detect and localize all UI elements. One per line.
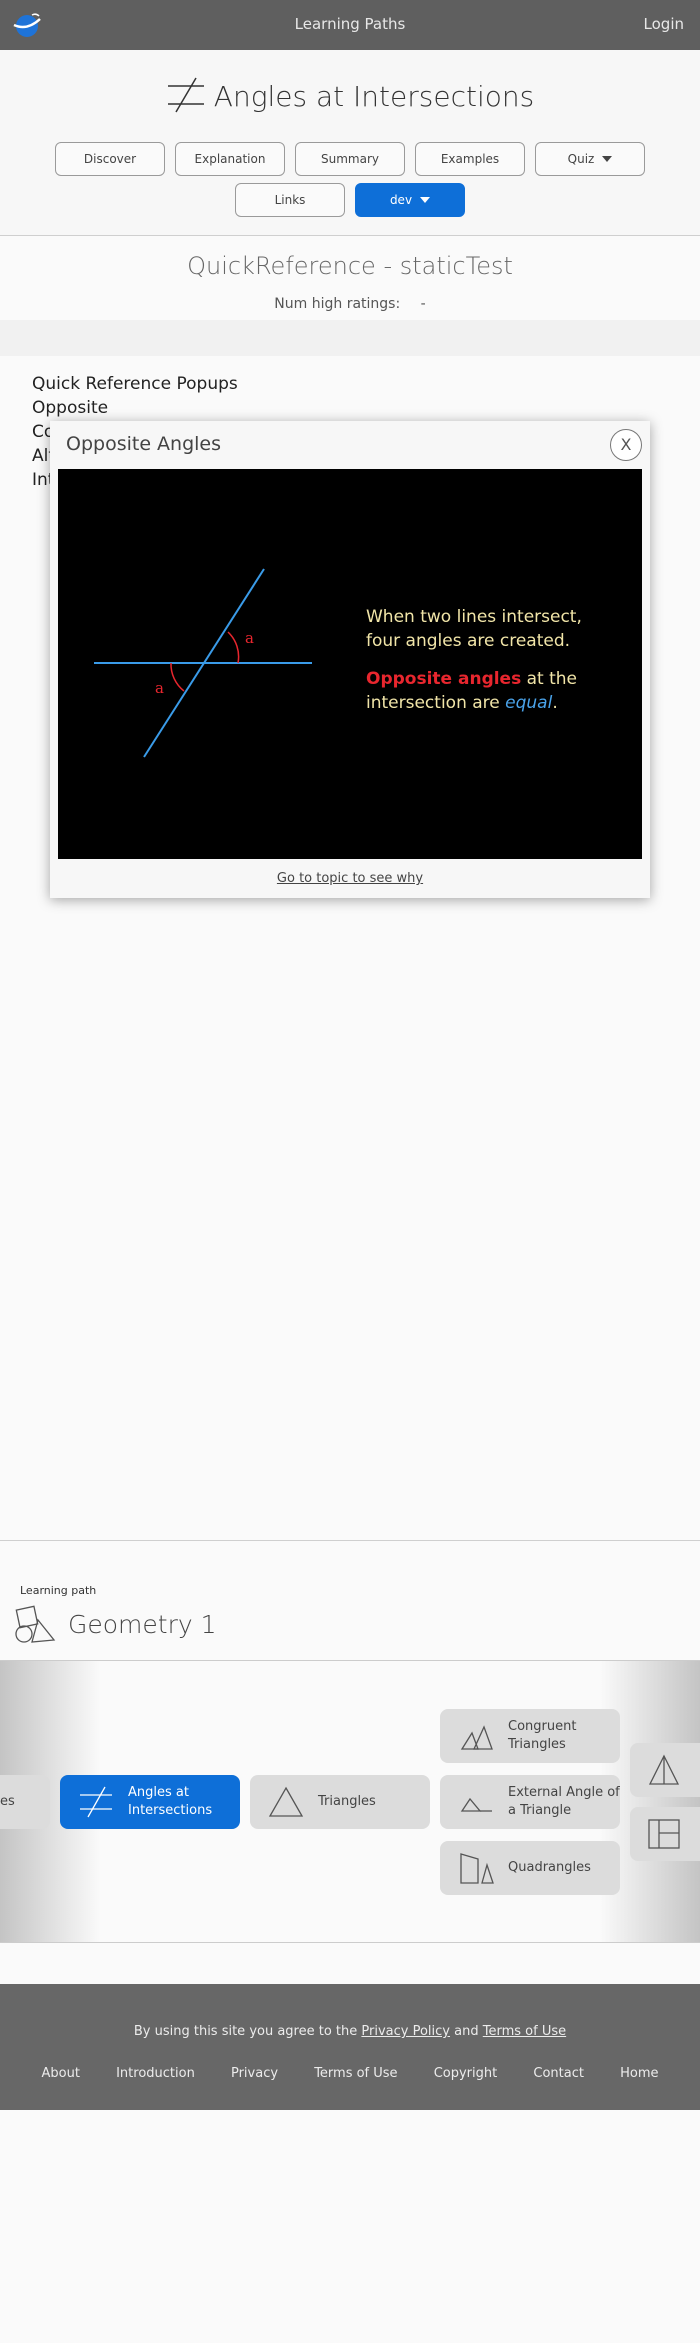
tab-label: Links <box>274 193 306 207</box>
node-label: Angles at Intersections <box>128 1785 213 1818</box>
quick-reference-modal: Opposite Angles X a a When two lines int… <box>50 421 650 898</box>
tab-dev-dropdown[interactable]: dev <box>355 183 465 217</box>
path-node-external-angle[interactable]: External Angle of a Triangle <box>440 1775 620 1829</box>
learning-path-label: Learning path <box>20 1584 97 1597</box>
node-label: es <box>0 1794 15 1809</box>
triangle-height-icon <box>648 1754 680 1785</box>
external-angle-icon <box>460 1797 492 1812</box>
path-node-next-2[interactable] <box>630 1807 700 1861</box>
tab-links[interactable]: Links <box>235 183 345 217</box>
topic-header: Angles at Intersections Discover Explana… <box>0 50 700 236</box>
description-end: . <box>552 693 558 713</box>
popup-list-heading: Quick Reference Popups <box>32 374 238 394</box>
path-node-previous[interactable]: es <box>0 1775 50 1829</box>
modal-title: Opposite Angles <box>66 433 222 455</box>
triangle-icon <box>268 1786 304 1817</box>
top-bar: Learning Paths Login <box>0 0 700 50</box>
tab-discover[interactable]: Discover <box>55 142 165 176</box>
quadrangles-icon <box>460 1853 494 1884</box>
path-node-quadrangles[interactable]: Quadrangles <box>440 1841 620 1895</box>
geometry-icon <box>15 1605 56 1643</box>
close-button[interactable]: X <box>610 429 642 461</box>
footer-link-terms[interactable]: Terms of Use <box>314 2066 397 2081</box>
congruent-triangles-icon <box>460 1725 493 1750</box>
ratings: Num high ratings: - <box>0 296 700 312</box>
angle-label-lower: a <box>155 679 164 697</box>
tab-label: Discover <box>83 152 137 166</box>
tab-examples[interactable]: Examples <box>415 142 525 176</box>
learning-path-title: Geometry 1 <box>68 1610 217 1639</box>
divider-strip <box>0 320 700 356</box>
modal-description: When two lines intersect, four angles ar… <box>366 605 616 729</box>
highlight-opposite-angles: Opposite angles <box>366 669 522 689</box>
tab-quiz-dropdown[interactable]: Quiz <box>535 142 645 176</box>
agreement-text: By using this site you agree to the <box>133 2024 358 2039</box>
angles-intersection-icon <box>80 1786 112 1818</box>
angle-arc-lower <box>170 662 185 692</box>
angle-arc-upper <box>227 631 240 664</box>
path-node-congruent-triangles[interactable]: Congruent Triangles <box>440 1709 620 1763</box>
quick-reference-title: QuickReference - staticTest <box>187 252 513 280</box>
caret-down-icon <box>602 156 613 162</box>
tab-label: Quiz <box>567 152 595 166</box>
path-node-next-1[interactable] <box>630 1743 700 1797</box>
footer-link-contact[interactable]: Contact <box>533 2066 584 2081</box>
node-label: External Angle of a Triangle <box>508 1785 620 1818</box>
divider <box>0 1540 700 1541</box>
caret-down-icon <box>420 197 431 203</box>
page-title-text: Angles at Intersections <box>213 80 535 113</box>
description-line-1: When two lines intersect, four angles ar… <box>366 607 582 651</box>
tab-label: Summary <box>321 152 379 166</box>
footer: By using this site you agree to the Priv… <box>0 1984 700 2110</box>
node-label: Triangles <box>318 1794 376 1809</box>
ratings-value: - <box>420 296 426 312</box>
footer-link-introduction[interactable]: Introduction <box>116 2066 195 2081</box>
node-label: Congruent Triangles <box>508 1719 577 1752</box>
modal-diagram: a a When two lines intersect, four angle… <box>58 469 642 859</box>
footer-agreement: By using this site you agree to the Priv… <box>0 2024 700 2039</box>
privacy-policy-link[interactable]: Privacy Policy <box>361 2024 450 2039</box>
popup-list-item[interactable]: Opposite <box>32 396 238 420</box>
highlight-equal: equal <box>505 693 553 713</box>
tab-summary[interactable]: Summary <box>295 142 405 176</box>
description-line-2: Opposite angles at the intersection are … <box>366 667 616 715</box>
login-link[interactable]: Login <box>644 15 684 33</box>
ratings-label: Num high ratings: <box>274 296 401 312</box>
tab-explanation[interactable]: Explanation <box>175 142 285 176</box>
parallelogram-area-icon <box>648 1819 680 1849</box>
footer-link-about[interactable]: About <box>42 2066 80 2081</box>
path-node-triangles[interactable]: Triangles <box>250 1775 430 1829</box>
footer-link-home[interactable]: Home <box>620 2066 658 2081</box>
footer-link-privacy[interactable]: Privacy <box>231 2066 278 2081</box>
site-title[interactable]: Learning Paths <box>0 15 700 33</box>
learning-path-map: es Angles at Intersections Triangles Con… <box>0 1660 700 1943</box>
tab-label: Examples <box>440 152 500 166</box>
go-to-topic-link[interactable]: Go to topic to see why <box>50 871 650 886</box>
terms-of-use-link[interactable]: Terms of Use <box>483 2024 566 2039</box>
footer-links: About Introduction Privacy Terms of Use … <box>0 2066 700 2081</box>
path-node-angles-at-intersections[interactable]: Angles at Intersections <box>60 1775 240 1829</box>
page-title: Angles at Intersections <box>0 76 700 114</box>
tab-label: dev <box>389 193 413 207</box>
angle-label-upper: a <box>245 629 254 647</box>
agreement-and: and <box>454 2024 479 2039</box>
footer-link-copyright[interactable]: Copyright <box>434 2066 498 2081</box>
angles-intersection-icon <box>167 77 204 113</box>
node-label: Quadrangles <box>508 1860 591 1875</box>
tab-label: Explanation <box>194 152 266 166</box>
